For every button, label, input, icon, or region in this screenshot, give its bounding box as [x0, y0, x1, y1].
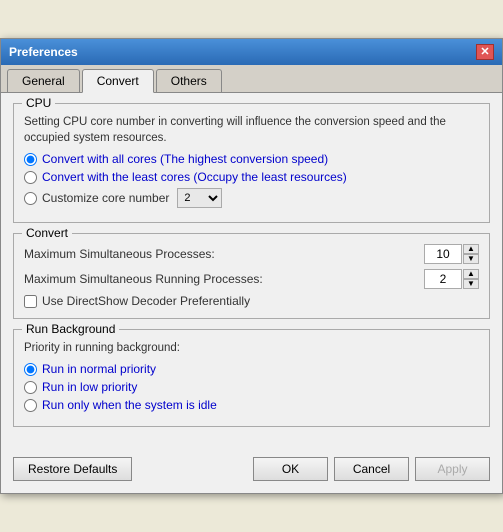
cpu-description: Setting CPU core number in converting wi…: [24, 114, 479, 146]
apply-button[interactable]: Apply: [415, 457, 490, 481]
window-title: Preferences: [9, 45, 78, 59]
radio-least-cores-label: Convert with the least cores (Occupy the…: [42, 170, 347, 184]
max-simultaneous-row: Maximum Simultaneous Processes: ▲ ▼: [24, 244, 479, 264]
radio-low-priority-input[interactable]: [24, 381, 37, 394]
run-background-content: Priority in running background: Run in n…: [24, 340, 479, 412]
run-background-description: Priority in running background:: [24, 340, 479, 356]
radio-normal-priority: Run in normal priority: [24, 362, 479, 376]
tab-others[interactable]: Others: [156, 69, 222, 92]
title-bar: Preferences ✕: [1, 39, 502, 65]
max-simultaneous-down[interactable]: ▼: [463, 254, 479, 264]
max-running-row: Maximum Simultaneous Running Processes: …: [24, 269, 479, 289]
radio-least-cores-input[interactable]: [24, 171, 37, 184]
run-background-label: Run Background: [22, 322, 119, 336]
max-running-spinbtns: ▲ ▼: [463, 269, 479, 289]
max-running-down[interactable]: ▼: [463, 279, 479, 289]
radio-low-priority: Run in low priority: [24, 380, 479, 394]
radio-idle-priority-input[interactable]: [24, 399, 37, 412]
max-simultaneous-spin: ▲ ▼: [424, 244, 479, 264]
max-running-label: Maximum Simultaneous Running Processes:: [24, 272, 263, 286]
cpu-group-label: CPU: [22, 96, 55, 110]
cancel-button[interactable]: Cancel: [334, 457, 409, 481]
max-running-input[interactable]: [424, 269, 462, 289]
directshow-label: Use DirectShow Decoder Preferentially: [42, 294, 250, 308]
radio-idle-priority: Run only when the system is idle: [24, 398, 479, 412]
max-running-spin: ▲ ▼: [424, 269, 479, 289]
radio-all-cores-label: Convert with all cores (The highest conv…: [42, 152, 328, 166]
max-simultaneous-up[interactable]: ▲: [463, 244, 479, 254]
radio-idle-priority-label: Run only when the system is idle: [42, 398, 217, 412]
max-running-up[interactable]: ▲: [463, 269, 479, 279]
convert-group-content: Maximum Simultaneous Processes: ▲ ▼ Maxi…: [24, 244, 479, 308]
radio-custom-cores: Customize core number 2 1 3 4: [24, 188, 479, 208]
max-simultaneous-spinbtns: ▲ ▼: [463, 244, 479, 264]
radio-all-cores: Convert with all cores (The highest conv…: [24, 152, 479, 166]
restore-defaults-button[interactable]: Restore Defaults: [13, 457, 132, 481]
convert-group-label: Convert: [22, 226, 72, 240]
tab-convert[interactable]: Convert: [82, 69, 154, 93]
core-number-dropdown[interactable]: 2 1 3 4: [177, 188, 222, 208]
run-background-group: Run Background Priority in running backg…: [13, 329, 490, 427]
preferences-window: Preferences ✕ General Convert Others CPU…: [0, 38, 503, 494]
radio-normal-priority-input[interactable]: [24, 363, 37, 376]
close-button[interactable]: ✕: [476, 44, 494, 60]
radio-least-cores: Convert with the least cores (Occupy the…: [24, 170, 479, 184]
radio-all-cores-input[interactable]: [24, 153, 37, 166]
radio-low-priority-label: Run in low priority: [42, 380, 137, 394]
cpu-group: CPU Setting CPU core number in convertin…: [13, 103, 490, 223]
radio-normal-priority-label: Run in normal priority: [42, 362, 156, 376]
convert-group: Convert Maximum Simultaneous Processes: …: [13, 233, 490, 319]
radio-custom-cores-input[interactable]: [24, 192, 37, 205]
tab-general[interactable]: General: [7, 69, 80, 92]
bottom-buttons-bar: Restore Defaults OK Cancel Apply: [1, 449, 502, 493]
max-simultaneous-input[interactable]: [424, 244, 462, 264]
directshow-checkbox[interactable]: [24, 295, 37, 308]
ok-button[interactable]: OK: [253, 457, 328, 481]
cpu-group-content: Setting CPU core number in converting wi…: [24, 114, 479, 208]
directshow-row: Use DirectShow Decoder Preferentially: [24, 294, 479, 308]
radio-custom-cores-label: Customize core number: [42, 191, 169, 205]
max-simultaneous-label: Maximum Simultaneous Processes:: [24, 247, 215, 261]
tab-bar: General Convert Others: [1, 65, 502, 93]
main-content: CPU Setting CPU core number in convertin…: [1, 93, 502, 449]
dialog-buttons: OK Cancel Apply: [253, 457, 490, 481]
